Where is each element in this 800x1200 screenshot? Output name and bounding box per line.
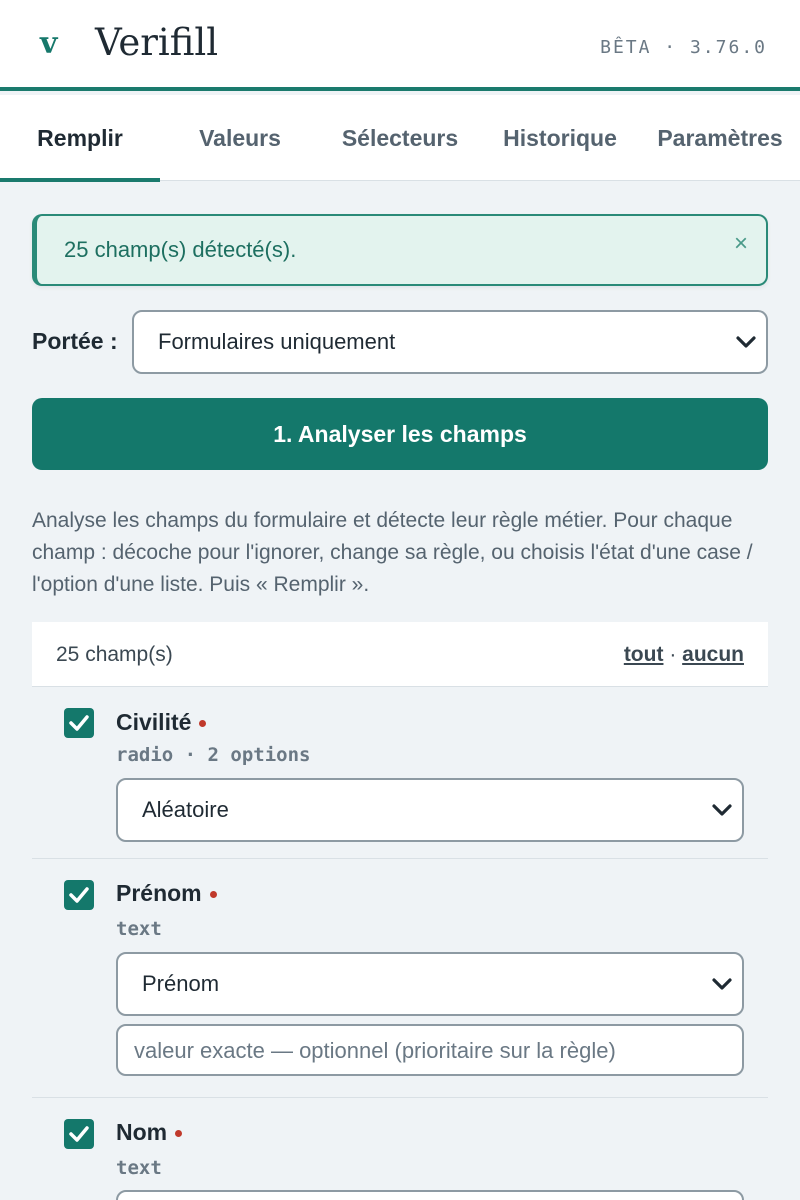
field-name: Prénom <box>116 880 217 907</box>
select-all-link[interactable]: tout <box>624 643 664 666</box>
scope-select[interactable]: Formulaires uniquement <box>132 310 768 374</box>
app-header: v Verifill BÊTA · 3.76.0 <box>0 0 800 91</box>
field-type: radio · 2 options <box>116 744 311 766</box>
tab-historique[interactable]: Historique <box>480 95 640 181</box>
chevron-down-icon <box>736 336 756 348</box>
alert-message: 25 champ(s) détecté(s). <box>64 237 297 262</box>
field-type: text <box>116 1157 162 1179</box>
field-row-nom: Nom text <box>32 1098 768 1200</box>
tab-parametres[interactable]: Paramètres <box>640 95 800 181</box>
tab-remplir[interactable]: Remplir <box>0 95 160 182</box>
rule-select[interactable] <box>116 1190 744 1200</box>
help-text: Analyse les champs du formulaire et déte… <box>32 509 753 596</box>
rule-select-value: Aléatoire <box>142 797 229 822</box>
tab-bar: Remplir Valeurs Sélecteurs Historique Pa… <box>0 95 800 182</box>
rule-select[interactable]: Aléatoire <box>116 778 744 842</box>
required-dot <box>209 891 217 899</box>
logo-icon: v <box>40 26 58 61</box>
field-checkbox[interactable] <box>64 708 94 738</box>
rule-select[interactable]: Prénom <box>116 952 744 1016</box>
detection-alert: 25 champ(s) détecté(s). × <box>32 214 768 286</box>
field-list-header: 25 champ(s) tout · aucun <box>32 622 768 687</box>
check-icon <box>69 887 89 903</box>
chevron-down-icon <box>712 978 732 990</box>
field-count: 25 champ(s) <box>56 643 173 666</box>
analyze-button[interactable]: 1. Analyser les champs <box>32 398 768 470</box>
link-separator: · <box>669 643 677 666</box>
app-title: Verifill <box>95 21 219 64</box>
tab-valeurs[interactable]: Valeurs <box>160 95 320 181</box>
field-type: text <box>116 918 162 940</box>
field-row-civilite: Civilité radio · 2 options Aléatoire <box>32 688 768 859</box>
rule-select-value: Prénom <box>142 971 220 996</box>
scope-select-value: Formulaires uniquement <box>158 329 396 354</box>
select-links: tout · aucun <box>624 643 744 667</box>
chevron-down-icon <box>712 804 732 816</box>
field-name: Civilité <box>116 709 207 736</box>
check-icon <box>69 715 89 731</box>
version-badge: BÊTA · 3.76.0 <box>600 37 767 58</box>
field-checkbox[interactable] <box>64 880 94 910</box>
field-name: Nom <box>116 1119 183 1146</box>
exact-value-input[interactable]: valeur exacte — optionnel (prioritaire s… <box>116 1024 744 1076</box>
select-none-link[interactable]: aucun <box>682 643 744 666</box>
required-dot <box>199 720 207 728</box>
field-checkbox[interactable] <box>64 1119 94 1149</box>
check-icon <box>69 1126 89 1142</box>
tab-selecteurs[interactable]: Sélecteurs <box>320 95 480 181</box>
field-row-prenom: Prénom text Prénom valeur exacte — optio… <box>32 859 768 1098</box>
scope-label: Portée : <box>32 328 118 354</box>
exact-value-placeholder: valeur exacte — optionnel (prioritaire s… <box>134 1038 616 1063</box>
required-dot <box>175 1130 183 1138</box>
close-icon[interactable]: × <box>734 230 748 258</box>
